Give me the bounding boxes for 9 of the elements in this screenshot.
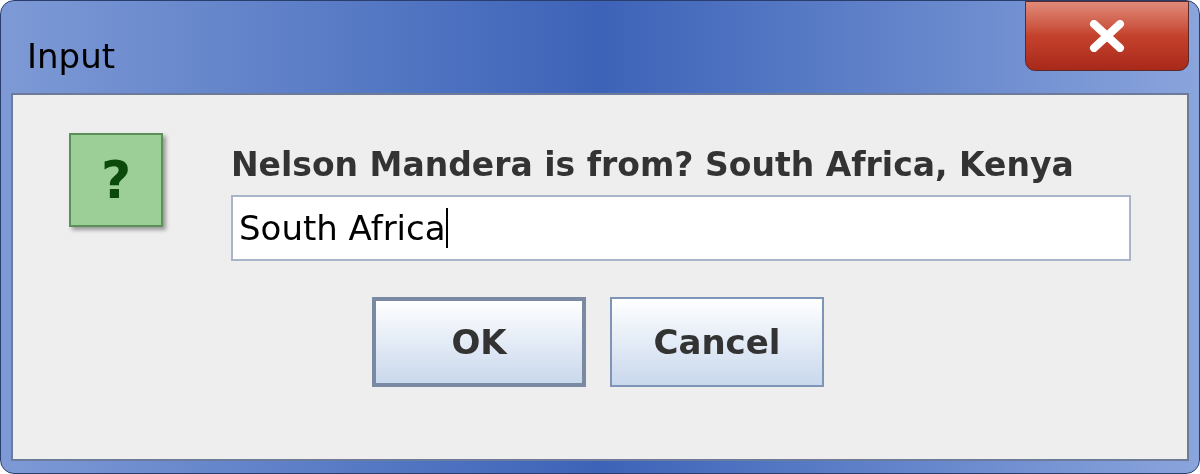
dialog-button[interactable]: OK [372,297,586,387]
prompt-text: Nelson Mandera is from? South Africa, Kenya [231,145,1075,185]
text-caret [445,208,448,248]
answer-field[interactable]: South Africa [231,195,1131,261]
dialog-button[interactable]: Cancel [610,297,824,387]
question-icon: ? [69,133,163,227]
close-icon [1089,20,1125,52]
close-button[interactable] [1025,1,1189,71]
window-title: Input [27,35,116,78]
